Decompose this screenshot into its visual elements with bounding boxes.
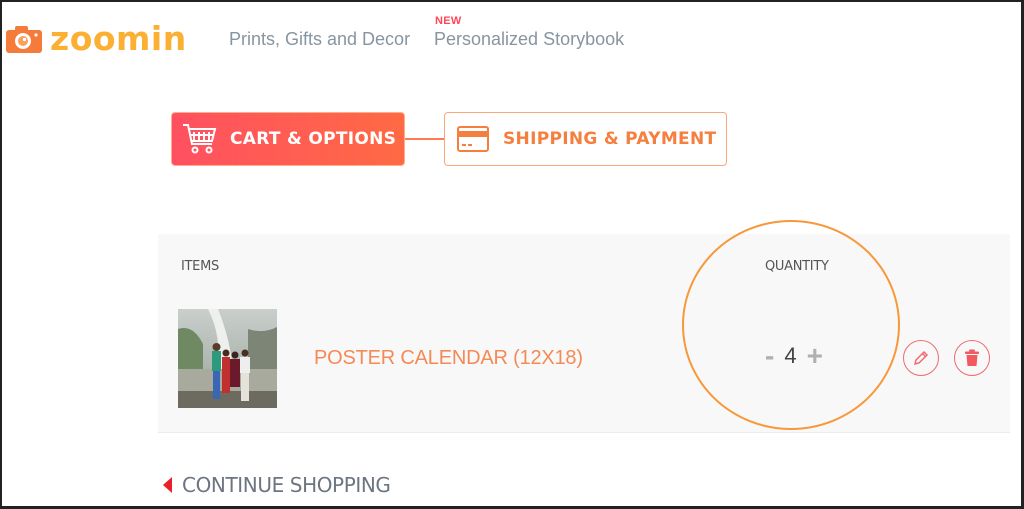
cart-icon — [182, 122, 218, 156]
step-shipping-payment[interactable]: SHIPPING & PAYMENT — [444, 112, 727, 166]
edit-item-button[interactable] — [903, 340, 939, 376]
step-cart-options[interactable]: CART & OPTIONS — [171, 112, 405, 166]
nav-personalized-storybook[interactable]: Personalized Storybook — [434, 29, 624, 50]
column-header-quantity: QUANTITY — [765, 259, 829, 274]
delete-item-button[interactable] — [954, 340, 990, 376]
camera-icon — [6, 25, 42, 53]
product-thumbnail[interactable] — [178, 309, 277, 408]
trash-icon — [965, 349, 979, 366]
zoomin-logo[interactable]: zoomin — [6, 22, 187, 55]
column-header-items: ITEMS — [181, 259, 219, 274]
pencil-icon — [913, 350, 929, 366]
increment-quantity-button[interactable]: + — [807, 342, 823, 370]
new-badge: NEW — [435, 15, 462, 27]
nav-prints-gifts-decor[interactable]: Prints, Gifts and Decor — [229, 29, 410, 50]
decrement-quantity-button[interactable]: - — [765, 342, 774, 370]
continue-shopping-label: CONTINUE SHOPPING — [182, 473, 391, 497]
logo-wordmark: zoomin — [50, 19, 187, 58]
back-arrow-icon — [163, 477, 172, 493]
quantity-value: 4 — [784, 343, 797, 368]
quantity-stepper: - 4 + — [765, 342, 823, 370]
credit-card-icon — [457, 126, 489, 152]
step-cart-options-label: CART & OPTIONS — [230, 129, 397, 149]
cart-table: ITEMS QUANTITY POSTER CALENDAR (12X18) -… — [158, 234, 1010, 433]
continue-shopping-link[interactable]: CONTINUE SHOPPING — [163, 473, 391, 497]
step-connector — [405, 138, 444, 140]
product-name-link[interactable]: POSTER CALENDAR (12X18) — [314, 347, 583, 370]
step-shipping-payment-label: SHIPPING & PAYMENT — [503, 129, 717, 149]
